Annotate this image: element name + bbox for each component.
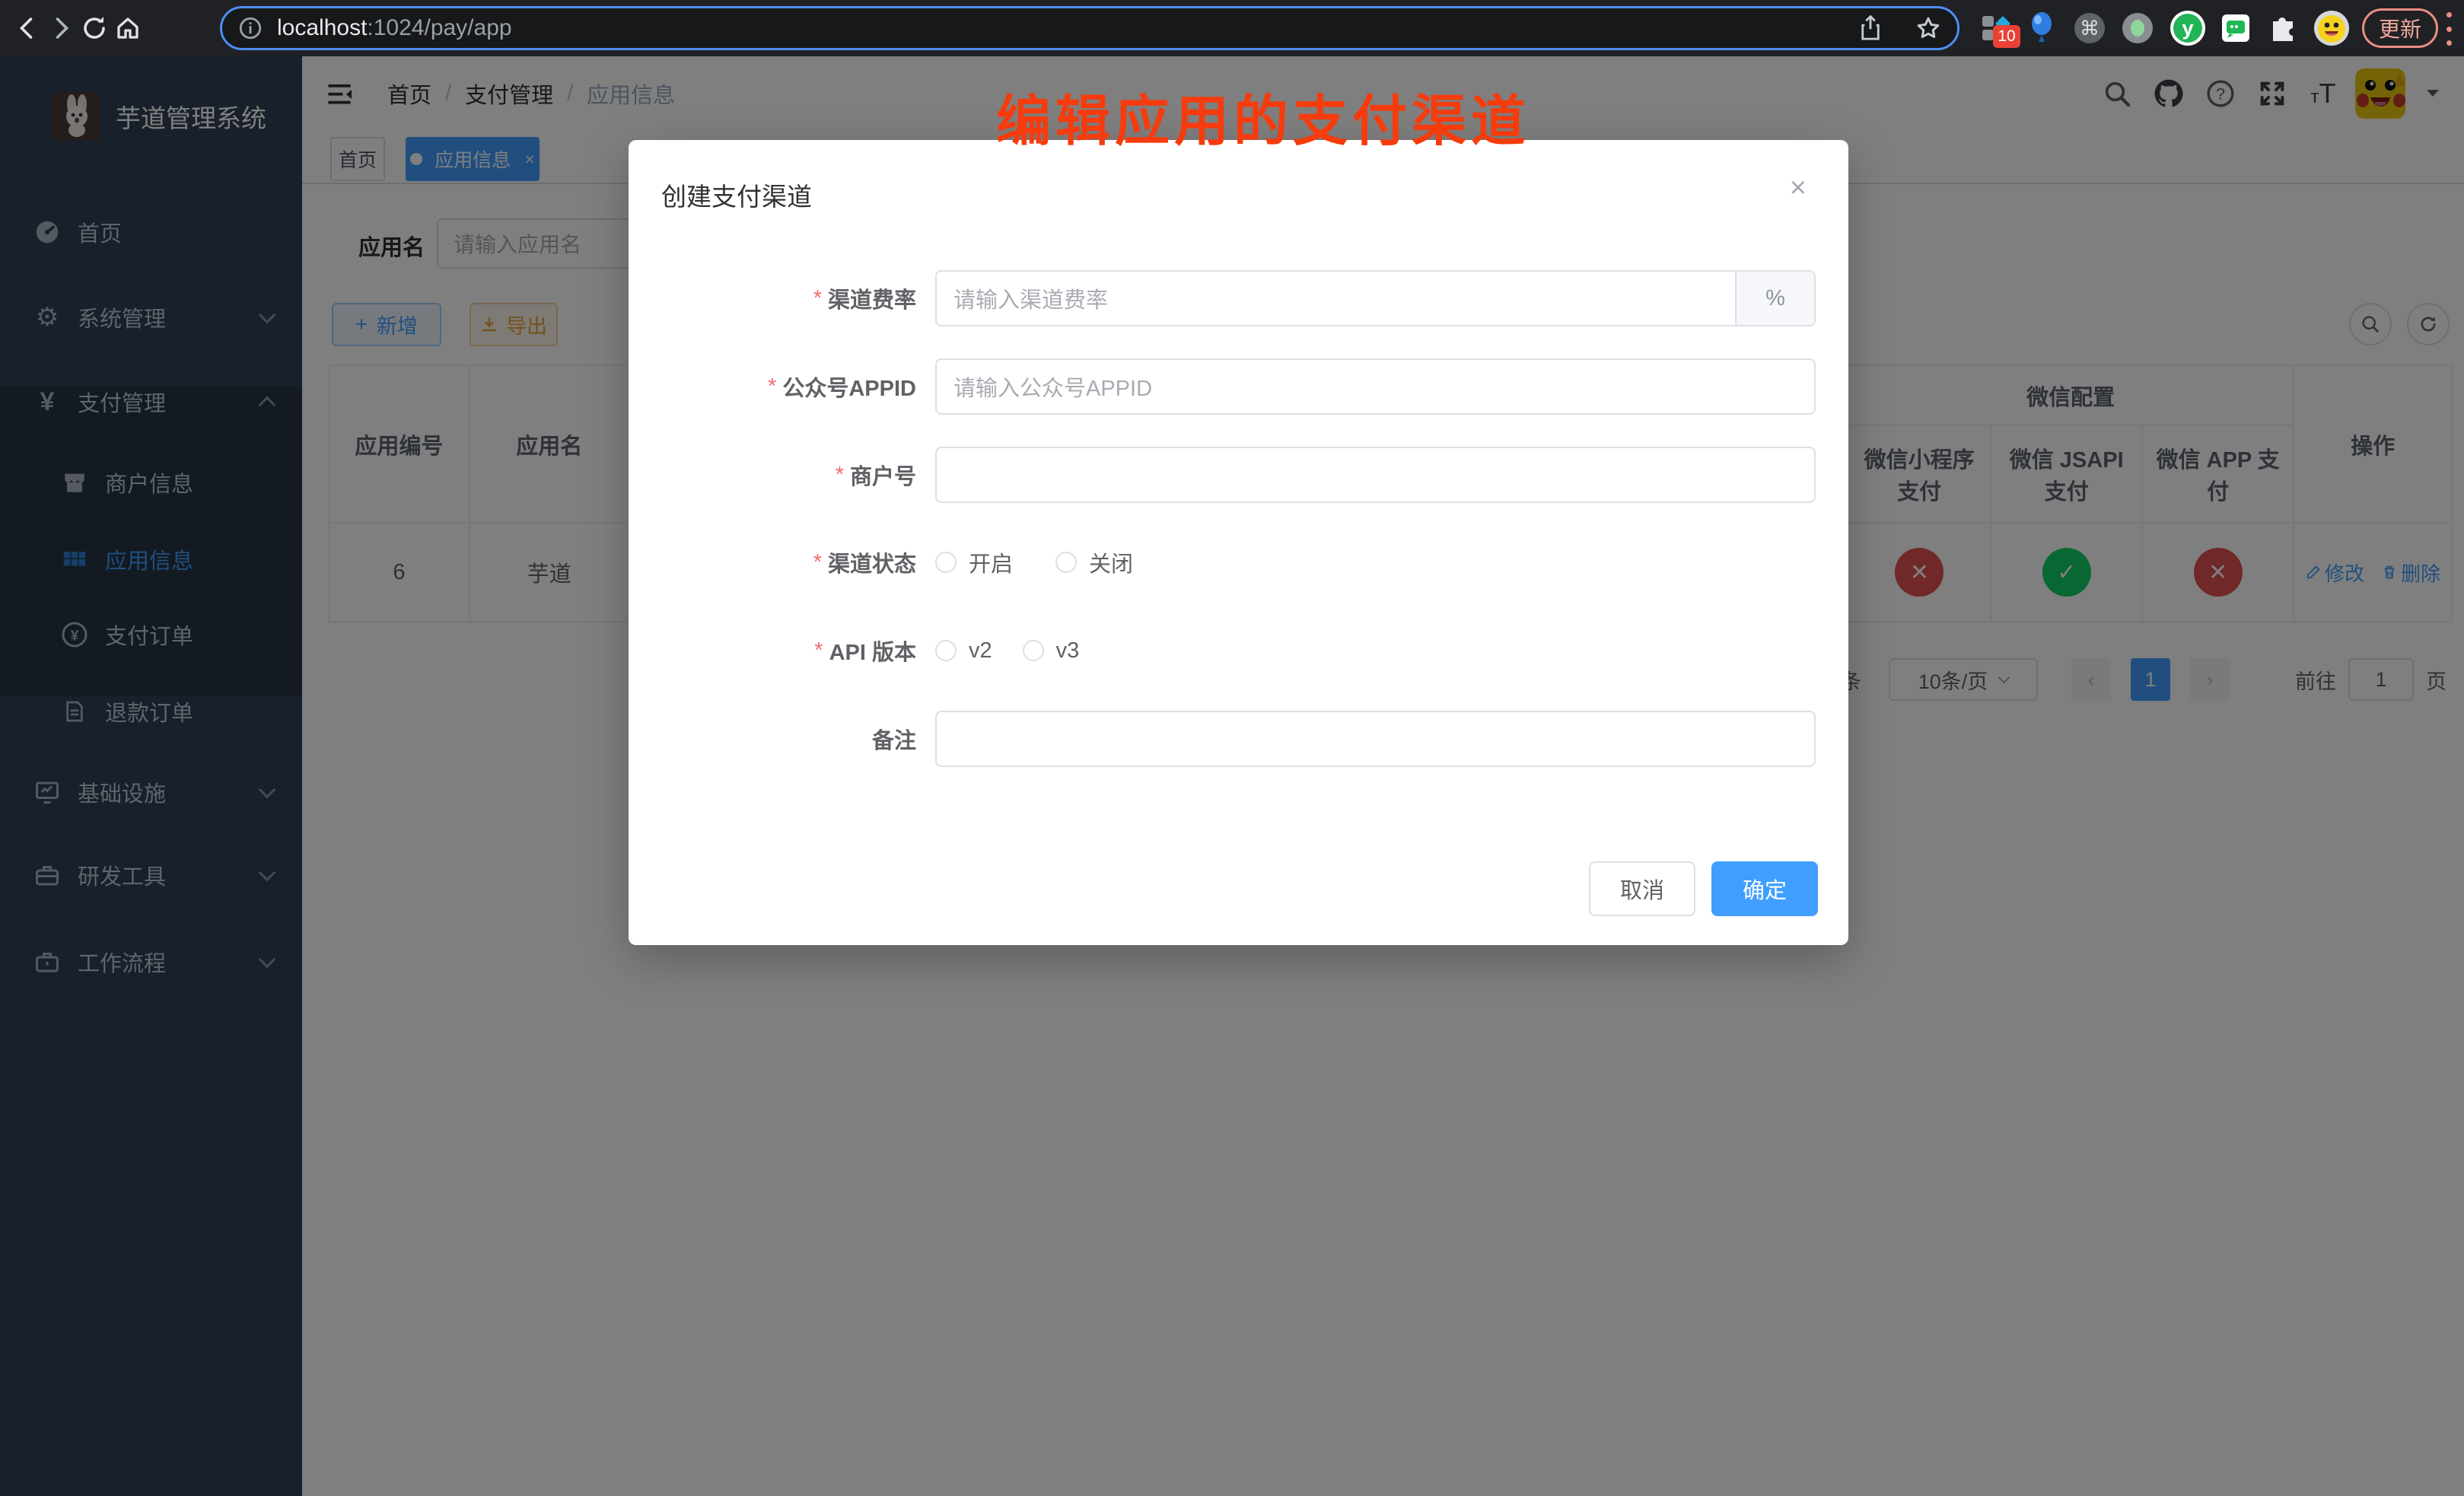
radio-label: v2	[969, 638, 992, 664]
browser-home-button[interactable]	[111, 11, 145, 45]
extension-emoji-avatar[interactable]	[2313, 10, 2350, 46]
extensions-puzzle-icon[interactable]	[2267, 12, 2299, 44]
dialog-close-icon[interactable]: ×	[1790, 173, 1807, 202]
mch-input[interactable]	[935, 447, 1816, 503]
field-api-version: *API 版本 v2 v3	[629, 622, 1848, 679]
radio-api-v2[interactable]: v2	[935, 638, 992, 664]
field-remark: 备注	[629, 711, 1848, 767]
svg-text:y: y	[2182, 17, 2193, 40]
input-placeholder: 请输入公众号APPID	[953, 371, 1152, 403]
required-mark: *	[813, 550, 822, 575]
browser-menu-icon[interactable]	[2445, 12, 2453, 46]
radio-api-v3[interactable]: v3	[1023, 638, 1080, 664]
dialog-title: 创建支付渠道	[661, 177, 812, 213]
field-label: 渠道费率	[828, 282, 916, 314]
update-label: 更新	[2379, 13, 2421, 43]
radio-label: 关闭	[1089, 546, 1133, 578]
radio-status-open[interactable]: 开启	[935, 546, 1013, 578]
field-label: 商户号	[850, 459, 916, 491]
radio-circle-icon	[1023, 640, 1044, 661]
field-label: 备注	[872, 723, 916, 755]
cancel-label: 取消	[1620, 873, 1664, 905]
browser-toolbar: localhost:1024/pay/app 10 ⌘ y	[0, 0, 2464, 56]
share-icon[interactable]	[1858, 14, 1883, 42]
browser-forward-button[interactable]	[44, 11, 78, 45]
extension-command-icon[interactable]: ⌘	[2073, 11, 2106, 45]
field-mch: *商户号	[629, 447, 1848, 503]
svg-text:⌘: ⌘	[2080, 17, 2099, 40]
cancel-button[interactable]: 取消	[1589, 861, 1695, 916]
address-bar[interactable]: localhost:1024/pay/app	[220, 6, 1959, 50]
field-rate: *渠道费率 请输入渠道费率 %	[629, 270, 1848, 326]
site-info-icon[interactable]	[237, 15, 263, 41]
radio-label: v3	[1056, 638, 1080, 664]
bookmark-star-icon[interactable]	[1915, 14, 1942, 42]
radio-circle-icon	[1055, 552, 1077, 573]
rate-input[interactable]: 请输入渠道费率	[935, 270, 1737, 326]
required-mark: *	[814, 638, 823, 664]
browser-update-button[interactable]: 更新	[2362, 8, 2438, 48]
radio-circle-icon	[935, 640, 957, 661]
url-path: :1024/pay/app	[367, 15, 511, 41]
url-host: localhost	[277, 15, 367, 41]
required-mark: *	[768, 374, 776, 399]
appid-input[interactable]: 请输入公众号APPID	[935, 358, 1816, 415]
field-appid: *公众号APPID 请输入公众号APPID	[629, 358, 1848, 415]
screen: localhost:1024/pay/app 10 ⌘ y	[0, 0, 2464, 1496]
extension-record-icon[interactable]	[2121, 11, 2154, 45]
field-status: *渠道状态 开启 关闭	[629, 534, 1848, 590]
extension-y-icon[interactable]: y	[2170, 10, 2206, 46]
confirm-label: 确定	[1743, 873, 1787, 905]
remark-input[interactable]	[935, 711, 1816, 767]
radio-circle-icon	[935, 552, 957, 573]
browser-reload-button[interactable]	[78, 11, 111, 45]
required-mark: *	[836, 463, 844, 488]
radio-label: 开启	[969, 546, 1013, 578]
field-label: 渠道状态	[828, 546, 916, 578]
radio-status-closed[interactable]: 关闭	[1055, 546, 1133, 578]
extension-chat-icon[interactable]	[2219, 11, 2252, 45]
extension-balloon-icon[interactable]	[2026, 11, 2057, 45]
required-mark: *	[813, 286, 822, 311]
rate-suffix: %	[1737, 270, 1816, 326]
create-channel-dialog: 创建支付渠道 × *渠道费率 请输入渠道费率 % *公众号APPID 请输入公众…	[629, 140, 1848, 945]
field-label: 公众号APPID	[782, 371, 916, 403]
browser-back-button[interactable]	[11, 11, 44, 45]
input-placeholder: 请输入渠道费率	[953, 282, 1108, 314]
confirm-button[interactable]: 确定	[1711, 861, 1818, 916]
screenshot-annotation: 编辑应用的支付渠道	[982, 76, 1545, 156]
extension-badge: 10	[1993, 25, 2020, 48]
extension-tabs-icon[interactable]: 10	[1979, 11, 2013, 45]
field-label: API 版本	[829, 635, 916, 667]
